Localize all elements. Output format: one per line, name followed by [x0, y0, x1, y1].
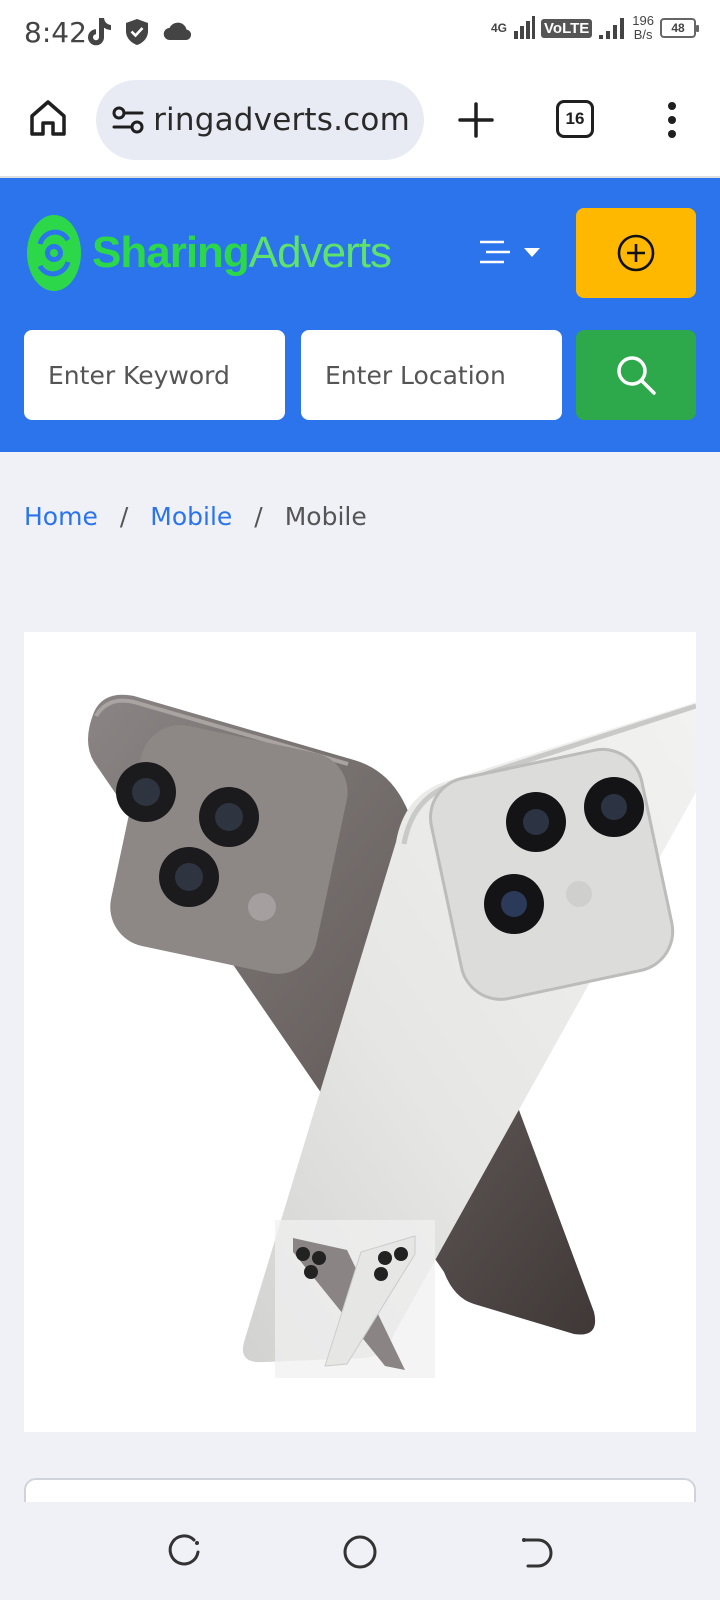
logo-text-part1: Sharing: [92, 228, 250, 277]
product-image[interactable]: [24, 632, 696, 1432]
circle-home-icon[interactable]: [340, 1532, 380, 1572]
url-clip: sharingadverts.com: [156, 80, 424, 160]
location-input[interactable]: [301, 330, 562, 420]
site-logo[interactable]: SharingAdverts: [26, 214, 392, 292]
signal-icon-2: [599, 18, 625, 39]
tune-icon[interactable]: [112, 106, 144, 134]
search-button[interactable]: [576, 330, 696, 420]
plus-icon[interactable]: [456, 100, 496, 140]
logo-text: SharingAdverts: [92, 228, 392, 278]
home-icon[interactable]: [28, 98, 68, 138]
breadcrumb-current: Mobile: [284, 502, 367, 531]
cloud-icon: [163, 22, 192, 41]
logo-icon: [27, 215, 81, 291]
system-nav-bar: [0, 1502, 720, 1600]
breadcrumb-separator: /: [254, 502, 263, 531]
status-indicators: 4G VoLTE 196 B/s 48: [491, 14, 699, 42]
speed-value: 196: [632, 13, 654, 28]
breadcrumb-separator: /: [119, 502, 129, 531]
post-ad-button[interactable]: [576, 208, 696, 298]
more-vert-icon[interactable]: [660, 100, 684, 140]
menu-lines-icon[interactable]: [474, 236, 546, 270]
breadcrumb-category[interactable]: Mobile: [150, 502, 232, 531]
status-time: 8:42: [24, 16, 87, 49]
shield-check-icon: [126, 19, 148, 45]
url-text: sharingadverts.com: [156, 102, 410, 138]
thumbnail-overlay[interactable]: [275, 1220, 435, 1378]
tab-switcher-button[interactable]: 16: [556, 100, 594, 138]
speed-unit: B/s: [633, 27, 653, 42]
plus-circle-icon: [617, 234, 655, 272]
phones-thumbnail: [293, 1235, 416, 1370]
network-type-label: 4G: [491, 21, 508, 35]
breadcrumb-home[interactable]: Home: [24, 502, 98, 531]
logo-text-part2: Adverts: [248, 228, 392, 277]
tiktok-icon: [88, 18, 111, 46]
status-bar: 8:42 4G VoLTE 196 B/s 48: [0, 0, 720, 66]
keyword-input[interactable]: [24, 330, 285, 420]
signal-icon: [514, 16, 536, 39]
network-speed: 196 B/s: [632, 14, 654, 42]
back-icon[interactable]: [516, 1532, 556, 1572]
browser-toolbar: sharingadverts.com 16: [0, 66, 720, 178]
breadcrumb: Home / Mobile / Mobile: [24, 502, 367, 531]
recents-icon[interactable]: [164, 1532, 204, 1572]
search-icon: [617, 356, 656, 395]
site-header: SharingAdverts: [0, 178, 720, 452]
battery-indicator: 48: [660, 18, 699, 38]
volte-badge: VoLTE: [541, 18, 593, 38]
address-bar[interactable]: sharingadverts.com: [96, 80, 424, 160]
